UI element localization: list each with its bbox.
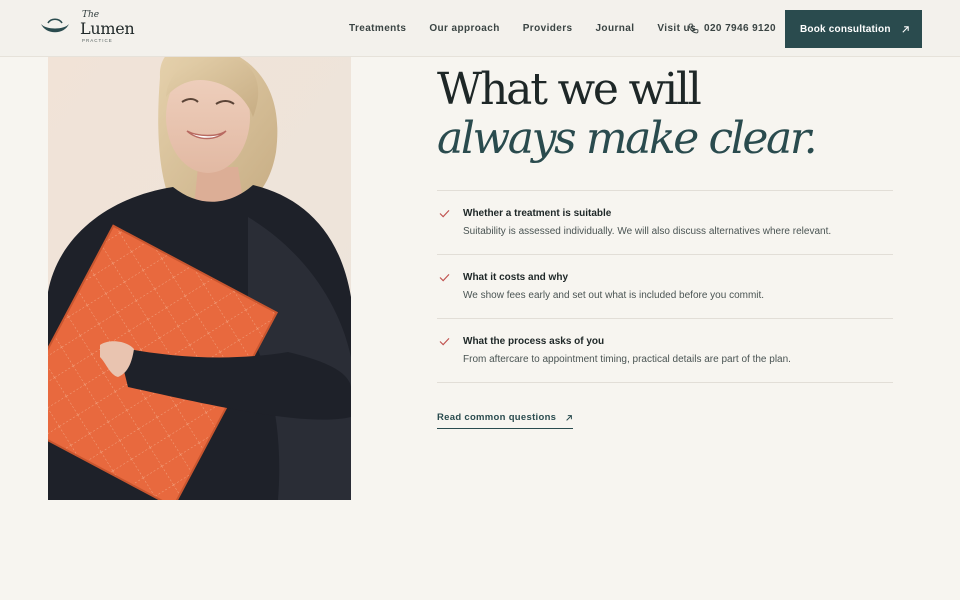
nav-treatments[interactable]: Treatments <box>349 23 406 34</box>
hero-photo <box>48 57 351 500</box>
commitments-list: Whether a treatment is suitable Suitabil… <box>437 190 893 383</box>
woman-holding-folder-image <box>48 57 351 500</box>
nav-providers[interactable]: Providers <box>523 23 573 34</box>
read-common-questions-link[interactable]: Read common questions <box>437 412 574 429</box>
item-description: From aftercare to appointment timing, pr… <box>463 354 791 365</box>
book-consultation-button[interactable]: Book consultation <box>785 10 922 48</box>
item-description: We show fees early and set out what is i… <box>463 290 765 301</box>
main-nav: Treatments Our approach Providers Journa… <box>349 0 719 57</box>
logo-subtitle: PRACTICE <box>82 38 113 43</box>
item-description: Suitability is assessed individually. We… <box>463 226 832 237</box>
phone-icon <box>688 23 699 34</box>
item-title: What the process asks of you <box>463 336 605 347</box>
check-icon <box>439 273 450 282</box>
crescent-eye-icon <box>41 18 69 33</box>
arrow-up-right-icon <box>566 414 573 421</box>
check-icon <box>439 209 450 218</box>
phone-link[interactable]: 020 7946 9120 <box>688 0 776 57</box>
arrow-up-right-icon <box>902 25 909 33</box>
read-common-questions-label: Read common questions <box>437 412 557 423</box>
nav-journal[interactable]: Journal <box>595 23 634 34</box>
list-item: What the process asks of you From afterc… <box>437 319 893 383</box>
item-title: Whether a treatment is suitable <box>463 208 612 219</box>
list-item: Whether a treatment is suitable Suitabil… <box>437 191 893 255</box>
book-consultation-label: Book consultation <box>800 23 891 35</box>
logo[interactable]: The Lumen PRACTICE <box>40 10 140 44</box>
nav-our-approach[interactable]: Our approach <box>429 23 499 34</box>
section-heading: What we will always make clear. <box>437 62 897 164</box>
site-header: The Lumen PRACTICE Treatments Our approa… <box>0 0 960 57</box>
heading-line-2: always make clear. <box>437 113 818 164</box>
heading-line-1: What we will <box>437 64 702 115</box>
list-item: What it costs and why We show fees early… <box>437 255 893 319</box>
item-title: What it costs and why <box>463 272 569 283</box>
phone-number: 020 7946 9120 <box>704 23 776 34</box>
logo-wordmark: Lumen <box>80 19 135 38</box>
check-icon <box>439 337 450 346</box>
